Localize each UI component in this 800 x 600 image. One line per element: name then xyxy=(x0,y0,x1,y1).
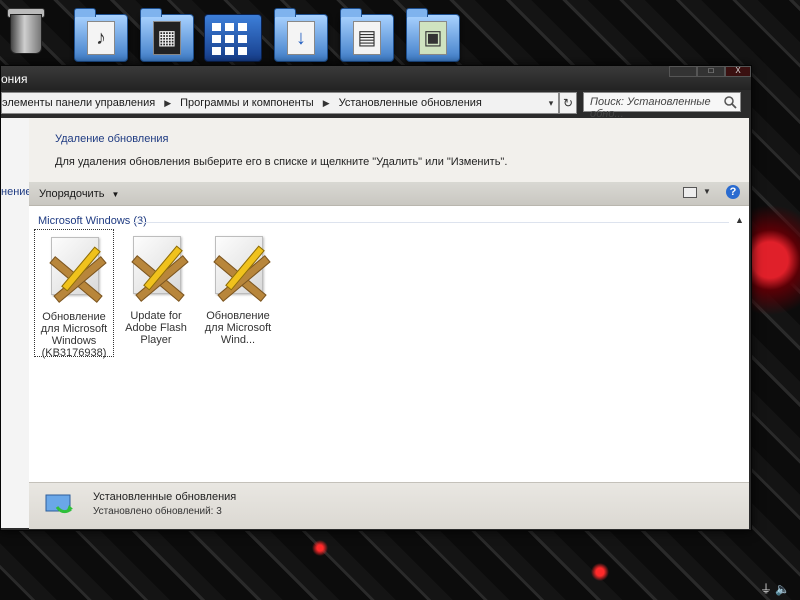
video-folder-icon[interactable]: ▦ xyxy=(140,6,194,62)
close-button[interactable]: X xyxy=(725,66,751,77)
title-bar[interactable]: ония □ X xyxy=(1,66,751,90)
trash-icon[interactable] xyxy=(4,4,46,60)
applications-icon[interactable] xyxy=(204,6,262,62)
info-panel: Удаление обновления Для удаления обновле… xyxy=(29,118,749,182)
search-input[interactable]: Поиск: Установленные обно... xyxy=(583,92,741,120)
refresh-button[interactable]: ↻ xyxy=(559,92,577,114)
documents-folder-icon[interactable]: ▤ xyxy=(340,6,394,62)
desktop-dock: ♪ ▦ ↓ ▤ ▣ xyxy=(0,0,800,66)
view-options-chevron-icon[interactable]: ▼ xyxy=(703,187,711,196)
maximize-button[interactable]: □ xyxy=(697,66,725,77)
breadcrumb-separator-icon[interactable]: ▶ xyxy=(164,98,171,109)
page-description: Для удаления обновления выберите его в с… xyxy=(55,156,508,168)
update-item-label: Обновление для Microsoft Windows (KB3176… xyxy=(40,311,108,359)
page-title: Удаление обновления xyxy=(55,133,169,145)
update-item[interactable]: Update for Adobe Flash Player xyxy=(117,229,195,355)
breadcrumb-installed-updates[interactable]: Установленные обновления xyxy=(339,97,482,109)
command-bar: Упорядочить ▼ ▼ ? xyxy=(29,182,749,206)
window-title: ония xyxy=(1,72,28,86)
explorer-window: ония □ X элементы панели управления ▶ Пр… xyxy=(0,65,752,531)
volume-icon[interactable]: 🔈 xyxy=(775,582,790,596)
address-bar-row: элементы панели управления ▶ Программы и… xyxy=(1,92,749,120)
update-item[interactable]: Обновление для Microsoft Windows (KB3176… xyxy=(34,229,114,359)
help-button[interactable]: ? xyxy=(726,185,740,199)
content-area: нение Удаление обновления Для удаления о… xyxy=(1,118,749,529)
update-package-icon xyxy=(121,234,191,304)
breadcrumb-separator-icon[interactable]: ▶ xyxy=(323,98,330,109)
chevron-down-icon: ▼ xyxy=(111,190,120,199)
details-count: Установлено обновлений: 3 xyxy=(93,506,222,517)
usb-device-icon[interactable]: ⏚ xyxy=(760,582,772,596)
search-icon[interactable] xyxy=(723,95,737,109)
file-list: Microsoft Windows (3) ▲ Обновление для M… xyxy=(29,206,749,482)
address-dropdown-icon[interactable]: ▾ xyxy=(545,95,557,111)
breadcrumb-control-panel-items[interactable]: элементы панели управления xyxy=(2,97,155,109)
update-package-icon xyxy=(203,234,273,304)
organize-label: Упорядочить xyxy=(39,188,105,200)
installed-updates-icon xyxy=(45,494,73,514)
update-item-label: Обновление для Microsoft Wind... xyxy=(204,310,272,346)
minimize-button[interactable] xyxy=(669,66,697,77)
music-folder-icon[interactable]: ♪ xyxy=(74,6,128,62)
breadcrumb-programs[interactable]: Программы и компоненты xyxy=(180,97,314,109)
details-pane: Установленные обновления Установлено обн… xyxy=(29,482,749,529)
update-item-label: Update for Adobe Flash Player xyxy=(125,310,187,346)
downloads-folder-icon[interactable]: ↓ xyxy=(274,6,328,62)
pictures-folder-icon[interactable]: ▣ xyxy=(406,6,460,62)
address-bar[interactable]: элементы панели управления ▶ Программы и… xyxy=(1,92,559,114)
window-controls: □ X xyxy=(669,66,751,77)
navigation-pane: нение xyxy=(1,118,32,528)
nav-link-view-updates[interactable]: нение xyxy=(1,186,32,198)
group-header[interactable]: Microsoft Windows (3) xyxy=(38,215,147,227)
system-tray: ⏚ 🔈 xyxy=(760,580,800,600)
search-placeholder: Поиск: Установленные обно... xyxy=(590,96,711,120)
update-item[interactable]: Обновление для Microsoft Wind... xyxy=(199,229,277,355)
refresh-icon: ↻ xyxy=(562,96,574,110)
details-title: Установленные обновления xyxy=(93,491,237,503)
group-divider xyxy=(133,222,729,223)
organize-button[interactable]: Упорядочить ▼ xyxy=(39,188,119,200)
change-view-icon[interactable] xyxy=(683,187,697,198)
collapse-group-icon[interactable]: ▲ xyxy=(735,215,744,225)
update-package-icon xyxy=(39,235,109,305)
